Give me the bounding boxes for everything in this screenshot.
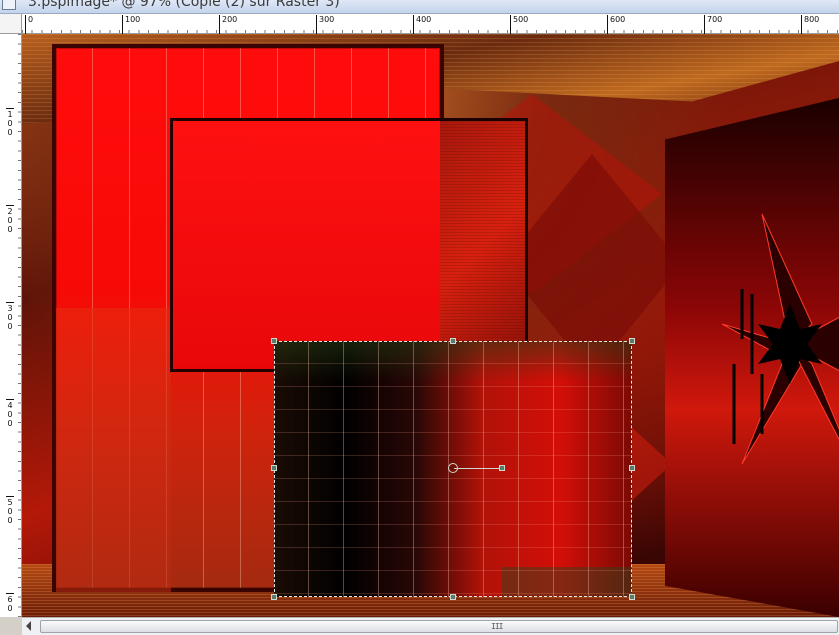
window-titlebar[interactable]: 3.pspimage* @ 97% (Copie (2) sur Raster … (0, 0, 839, 14)
horizontal-scrollbar[interactable]: III (22, 617, 839, 635)
document-icon (2, 0, 16, 10)
scroll-left-arrow-icon[interactable] (26, 621, 31, 631)
ruler-h-label: 100 (122, 15, 140, 34)
ruler-corner (0, 14, 22, 34)
resize-handle-bottom-left[interactable] (271, 594, 277, 600)
ruler-v-label: 1 0 0 (6, 108, 14, 137)
ruler-h-label: 500 (510, 15, 528, 34)
ruler-h-label: 400 (413, 15, 431, 34)
resize-handle-right[interactable] (629, 465, 635, 471)
scroll-grip-icon: III (491, 622, 503, 631)
scroll-thumb[interactable]: III (40, 620, 838, 633)
dark-red-strip (440, 118, 528, 372)
starburst-graphic (722, 213, 839, 465)
ruler-v-label: 6 0 (6, 593, 14, 613)
ruler-h-label: 700 (704, 15, 722, 34)
ruler-h-label: 600 (607, 15, 625, 34)
horizontal-ruler[interactable]: 0 100 200 300 400 500 600 700 800 (22, 14, 839, 34)
ruler-v-label: 4 0 0 (6, 399, 14, 428)
ruler-h-label: 200 (219, 15, 237, 34)
resize-handle-bottom-right[interactable] (629, 594, 635, 600)
ruler-v-label: 2 0 0 (6, 205, 14, 234)
ruler-v-label: 5 0 0 (6, 496, 14, 525)
resize-handle-bottom[interactable] (450, 594, 456, 600)
resize-handle-top-left[interactable] (271, 338, 277, 344)
rotation-arm (454, 468, 504, 469)
rotation-handle[interactable] (499, 465, 505, 471)
ruler-h-label: 300 (316, 15, 334, 34)
scroll-corner (0, 617, 22, 635)
image-canvas[interactable] (22, 34, 839, 617)
resize-handle-left[interactable] (271, 465, 277, 471)
red-panel-lower-shade (56, 308, 171, 592)
ruler-h-label: 800 (801, 15, 819, 34)
resize-handle-top-right[interactable] (629, 338, 635, 344)
resize-handle-top[interactable] (450, 338, 456, 344)
ruler-h-label: 0 (25, 15, 33, 34)
ruler-v-label: 3 0 0 (6, 302, 14, 331)
window-title: 3.pspimage* @ 97% (Copie (2) sur Raster … (28, 0, 340, 10)
vertical-ruler[interactable]: 1 0 0 2 0 0 3 0 0 4 0 0 5 0 0 6 0 (0, 34, 22, 617)
